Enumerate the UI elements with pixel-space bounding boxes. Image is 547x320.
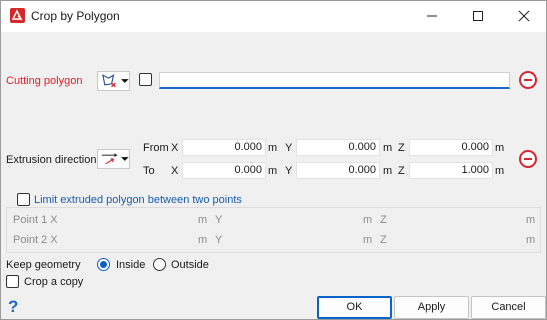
title-bar: Crop by Polygon (1, 1, 546, 32)
point1-x-unit: m (198, 214, 208, 226)
to-y-input[interactable]: 0.000 (296, 162, 380, 179)
close-button[interactable] (501, 1, 547, 31)
inside-radio[interactable] (97, 258, 110, 271)
to-x-input[interactable]: 0.000 (182, 162, 266, 179)
point2-y-label: Y (215, 234, 223, 246)
help-icon[interactable]: ? (8, 297, 18, 317)
point2-x-unit: m (198, 234, 208, 246)
to-y-label: Y (285, 165, 293, 177)
crop-by-polygon-dialog: Crop by Polygon Cutting polygon Extrusio… (0, 0, 547, 320)
keep-geometry-label: Keep geometry (6, 259, 81, 271)
point2-y-unit: m (363, 234, 373, 246)
from-y-unit: m (383, 142, 393, 154)
point2-x-label: Point 2 X (13, 234, 58, 246)
app-icon (10, 8, 25, 23)
chevron-down-icon (121, 79, 129, 83)
from-y-label: Y (285, 142, 293, 154)
limit-checkbox[interactable] (17, 193, 30, 206)
from-label: From (143, 142, 169, 154)
from-x-input[interactable]: 0.000 (182, 139, 266, 156)
from-x-label: X (171, 142, 179, 154)
from-y-input[interactable]: 0.000 (296, 139, 380, 156)
point2-z-label: Z (380, 234, 387, 246)
to-x-label: X (171, 165, 179, 177)
direction-arrow-icon (101, 153, 118, 165)
from-z-unit: m (495, 142, 505, 154)
point1-z-label: Z (380, 214, 387, 226)
inside-radio-label[interactable]: Inside (116, 259, 145, 271)
ok-button[interactable]: OK (317, 296, 392, 319)
point1-y-unit: m (363, 214, 373, 226)
remove-extrusion-icon[interactable] (519, 150, 537, 168)
point1-z-unit: m (526, 214, 536, 226)
limit-group (6, 207, 541, 253)
outside-radio-label[interactable]: Outside (171, 259, 209, 271)
remove-polygon-icon[interactable] (519, 71, 537, 89)
apply-button[interactable]: Apply (394, 296, 469, 319)
cutting-polygon-checkbox[interactable] (139, 73, 152, 86)
outside-radio[interactable] (153, 258, 166, 271)
maximize-button[interactable] (455, 1, 501, 31)
cutting-polygon-label: Cutting polygon (6, 75, 83, 87)
close-icon (518, 10, 530, 22)
to-z-unit: m (495, 165, 505, 177)
pick-polygon-button[interactable] (97, 71, 130, 91)
minimize-icon (427, 15, 437, 17)
to-z-input[interactable]: 1.000 (409, 162, 493, 179)
from-z-label: Z (398, 142, 405, 154)
point1-y-label: Y (215, 214, 223, 226)
window-title: Crop by Polygon (31, 9, 120, 23)
point2-z-unit: m (526, 234, 536, 246)
from-x-unit: m (268, 142, 278, 154)
extrusion-direction-button[interactable] (97, 149, 130, 169)
from-z-input[interactable]: 0.000 (409, 139, 493, 156)
crop-copy-label[interactable]: Crop a copy (24, 276, 83, 288)
polygon-pick-icon (102, 74, 116, 88)
limit-label: Limit extruded polygon between two point… (34, 194, 244, 206)
maximize-icon (473, 11, 483, 21)
chevron-down-icon (121, 157, 129, 161)
to-y-unit: m (383, 165, 393, 177)
crop-copy-checkbox[interactable] (6, 275, 19, 288)
point1-x-label: Point 1 X (13, 214, 58, 226)
minimize-button[interactable] (409, 1, 455, 31)
extrusion-direction-label: Extrusion direction (6, 154, 97, 166)
cutting-polygon-field[interactable] (159, 72, 510, 89)
to-label: To (143, 165, 155, 177)
cancel-button[interactable]: Cancel (471, 296, 546, 319)
to-x-unit: m (268, 165, 278, 177)
to-z-label: Z (398, 165, 405, 177)
